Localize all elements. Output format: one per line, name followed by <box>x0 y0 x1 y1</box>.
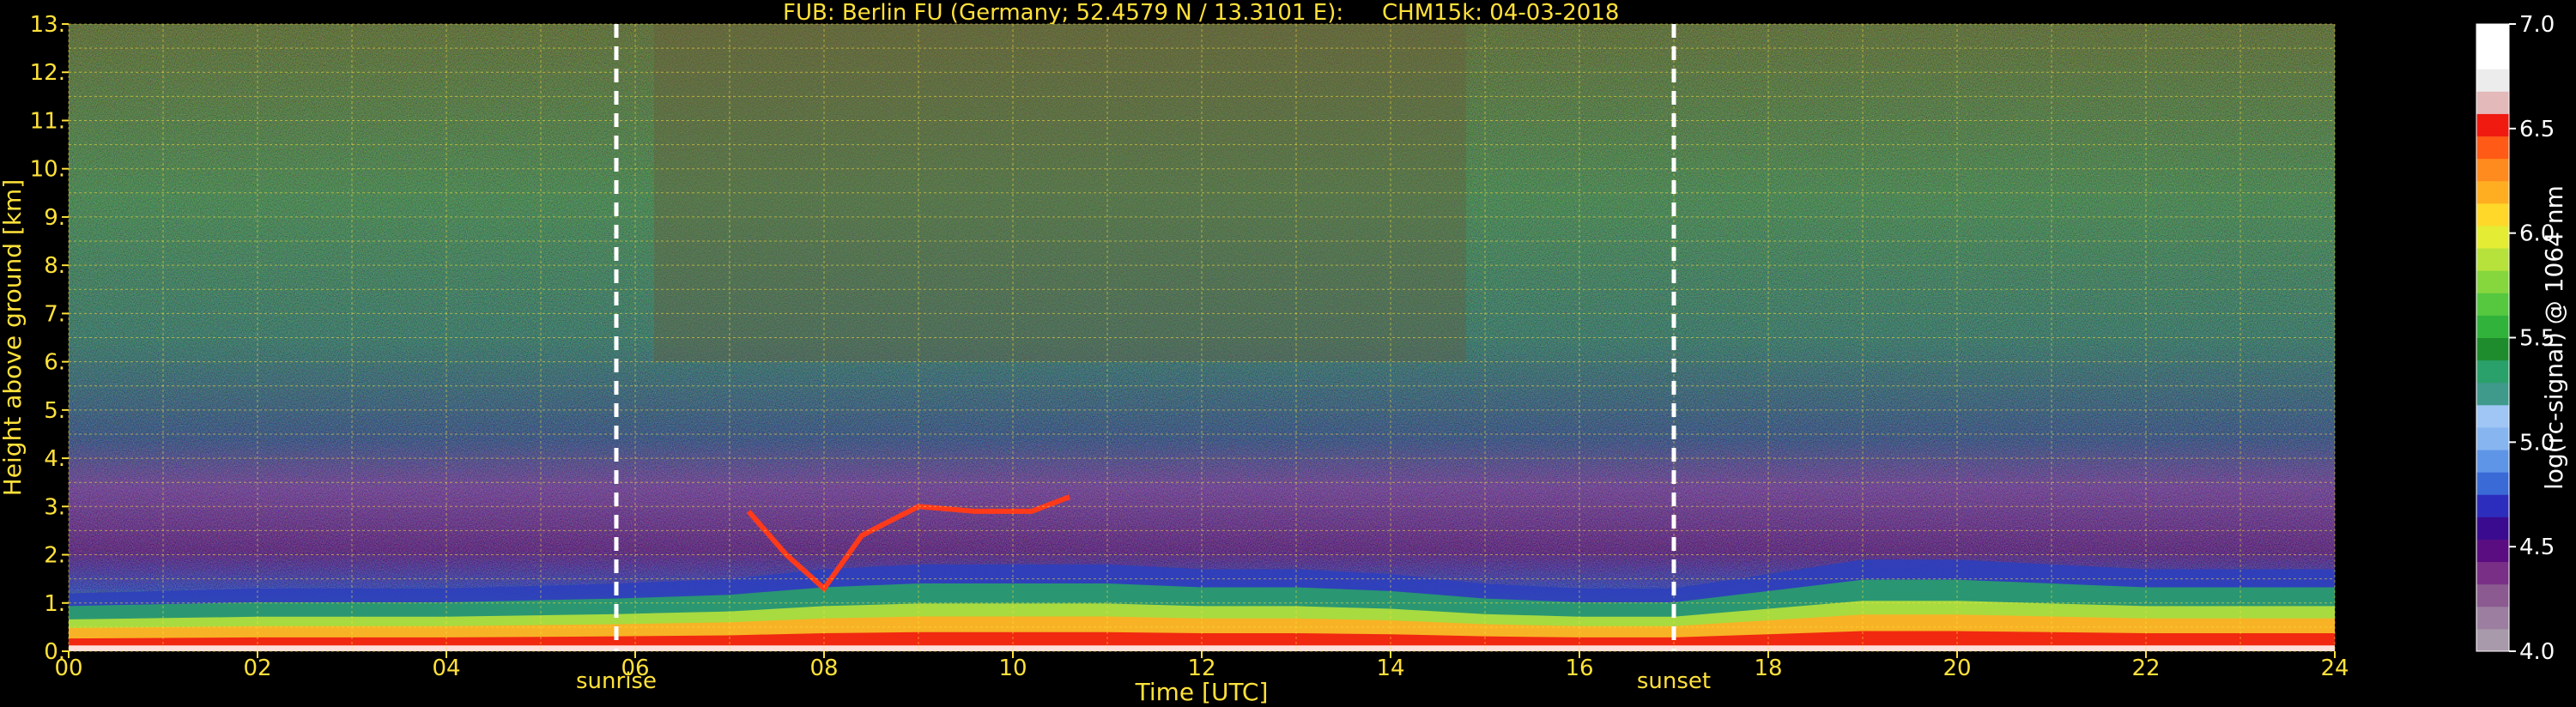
colorbar-swatch <box>2476 24 2509 47</box>
x-tick-label: 10 <box>998 656 1027 681</box>
colorbar-tick-label: 7.0 <box>2519 12 2555 38</box>
y-tick-label: 6. <box>44 350 65 376</box>
colorbar-swatch <box>2476 293 2509 316</box>
colorbar-swatch <box>2476 136 2509 160</box>
colorbar-tick-label: 4.0 <box>2519 639 2555 665</box>
colorbar-swatch <box>2476 517 2509 540</box>
x-tick-label: 06 <box>621 656 649 681</box>
x-tick-label: 14 <box>1376 656 1404 681</box>
x-tick-label: 02 <box>243 656 271 681</box>
colorbar-swatch <box>2476 113 2509 137</box>
colorbar-tick-label: 6.5 <box>2519 117 2555 142</box>
x-tick-label: 04 <box>432 656 460 681</box>
colorbar-swatch <box>2476 606 2509 630</box>
colorbar-swatch <box>2476 404 2509 428</box>
colorbar-swatch <box>2476 539 2509 563</box>
colorbar-swatch <box>2476 46 2509 69</box>
y-tick-label: 11. <box>30 108 65 134</box>
colorbar-swatch <box>2476 248 2509 271</box>
colorbar-swatch <box>2476 561 2509 585</box>
colorbar-swatch <box>2476 270 2509 293</box>
y-tick-label: 0. <box>44 639 65 665</box>
colorbar-swatch <box>2476 69 2509 92</box>
x-tick-label: 22 <box>2131 656 2160 681</box>
x-axis-label: Time [UTC] <box>1135 678 1269 706</box>
colorbar-swatch <box>2476 360 2509 384</box>
colorbar-swatch <box>2476 158 2509 182</box>
y-tick-label: 13. <box>30 12 65 38</box>
y-tick-label: 1. <box>44 591 65 617</box>
colorbar-label: log(rc-signal) @ 1064 nm <box>2540 185 2568 490</box>
colorbar-swatch <box>2476 315 2509 338</box>
ceilometer-chart: sunrise sunset00 02 04 06 08 10 12 14 16 18 20 22 240… <box>0 12 2568 706</box>
colorbar-swatch <box>2476 382 2509 406</box>
x-tick-label: 16 <box>1565 656 1593 681</box>
y-tick-label: 12. <box>30 60 65 86</box>
colorbar-swatch <box>2476 91 2509 114</box>
x-tick-label: 20 <box>1943 656 1971 681</box>
x-tick-label: 08 <box>809 656 838 681</box>
colorbar-swatch <box>2476 628 2509 652</box>
colorbar-swatch <box>2476 225 2509 249</box>
y-tick-label: 2. <box>44 543 65 569</box>
x-tick-label: 24 <box>2320 656 2349 681</box>
y-axis-label: Height above ground [km] <box>0 179 27 497</box>
colorbar-swatch <box>2476 337 2509 361</box>
colorbar-swatch <box>2476 426 2509 450</box>
colorbar-swatch <box>2476 583 2509 607</box>
colorbar-tick-label: 4.5 <box>2519 535 2555 560</box>
colorbar-swatch <box>2476 494 2509 517</box>
colorbar-swatch <box>2476 472 2509 495</box>
y-tick-label: 10. <box>30 157 65 183</box>
y-tick-label: 4. <box>44 446 65 472</box>
colorbar-swatch <box>2476 202 2509 227</box>
colorbar-swatch <box>2476 450 2509 473</box>
sunset-label: sunset <box>1637 668 1711 694</box>
y-tick-label: 3. <box>44 494 65 520</box>
y-tick-label: 5. <box>44 398 65 424</box>
y-tick-label: 7. <box>44 301 65 327</box>
x-tick-label: 18 <box>1754 656 1782 681</box>
y-tick-label: 9. <box>44 205 65 231</box>
colorbar-swatch <box>2476 180 2509 204</box>
y-tick-label: 8. <box>44 253 65 279</box>
